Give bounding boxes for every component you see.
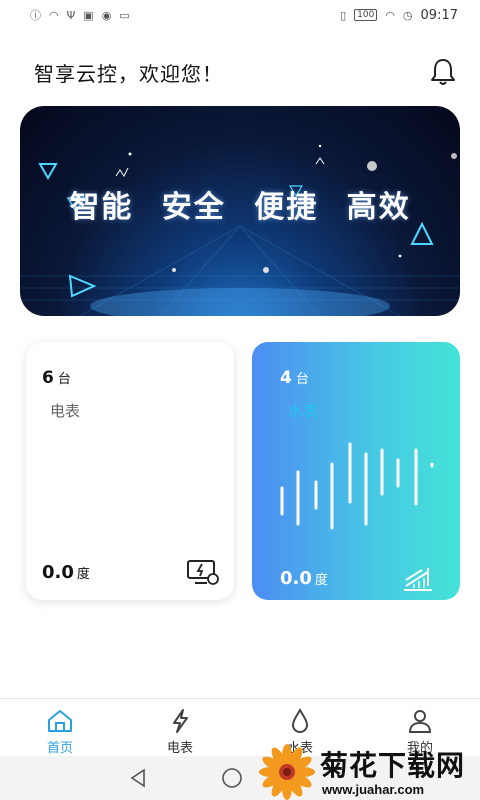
banner-word: 安全 <box>161 190 226 225</box>
water-meter-count: 4台 <box>280 368 309 388</box>
lightning-icon <box>173 709 188 733</box>
water-count-unit: 台 <box>295 372 309 387</box>
promo-banner[interactable]: 智能 安全 便捷 高效 <box>20 106 460 316</box>
home-circle-icon[interactable] <box>220 766 244 790</box>
water-tap-icon <box>404 568 432 591</box>
electric-waveform <box>42 436 218 534</box>
app-content: 智享云控，欢迎您！ 智能 安全 便捷 高效 6 台 电表 0.0 度 4 台 水… <box>0 30 480 698</box>
image-icon: ▭ <box>119 8 130 22</box>
flower-logo-icon <box>259 744 315 800</box>
home-icon <box>48 710 72 732</box>
watermark: 菊花下载网 www.juahar.com <box>258 742 480 800</box>
alarm-icon: ◷ <box>402 8 413 22</box>
tab-electric[interactable]: 电表 <box>120 699 240 756</box>
status-icons-left: ⓘ ◠ Ψ ▣ ◉ ▭ <box>30 7 130 23</box>
tab-home[interactable]: 首页 <box>0 699 120 756</box>
water-meter-card[interactable]: 4台 水表 0.0 度 <box>252 342 460 600</box>
status-icons-right: ▯ 100 ◠ ◷ 09:17 <box>340 8 458 23</box>
user-icon <box>408 710 432 733</box>
wechat-icon: ◉ <box>101 8 112 22</box>
bell-icon[interactable] <box>427 56 459 88</box>
electric-reading-value: 0.0 <box>42 562 74 583</box>
banner-word: 智能 <box>69 190 134 225</box>
water-meter-title: 水表 <box>288 402 319 420</box>
wifi-signal-icon: ◠ <box>385 8 395 22</box>
electric-meter-title: 电表 <box>50 402 81 420</box>
watermark-title: 菊花下载网 <box>320 749 466 782</box>
water-reading-unit: 度 <box>314 573 328 588</box>
app-notification-icon: ▣ <box>83 8 94 22</box>
banner-word: 便捷 <box>254 190 319 225</box>
electric-meter-card[interactable]: 6台 电表 0.0 度 <box>26 342 234 600</box>
usb-icon: Ψ <box>66 8 76 22</box>
water-waveform <box>280 442 434 530</box>
water-count-value: 4 <box>280 368 292 388</box>
tab-electric-label: 电表 <box>166 741 193 756</box>
watermark-url: www.juahar.com <box>322 782 425 797</box>
status-time: 09:17 <box>420 7 458 23</box>
wifi-icon: ◠ <box>49 8 59 22</box>
water-reading-value: 0.0 <box>280 568 312 589</box>
water-drop-icon <box>291 707 309 733</box>
banner-word: 高效 <box>346 190 411 225</box>
vibrate-icon: ▯ <box>340 8 347 22</box>
electric-monitor-icon <box>187 560 219 585</box>
back-icon[interactable] <box>126 766 150 790</box>
tab-home-label: 首页 <box>46 741 73 756</box>
status-bar: ⓘ ◠ Ψ ▣ ◉ ▭ ▯ 100 ◠ ◷ 09:17 <box>0 0 480 30</box>
water-reading: 0.0 度 <box>280 568 328 589</box>
electric-count-value: 6 <box>42 368 54 388</box>
alert-icon: ⓘ <box>30 9 41 22</box>
greeting-title: 智享云控，欢迎您！ <box>34 62 223 86</box>
electric-meter-count: 6台 <box>42 368 71 388</box>
electric-count-unit: 台 <box>57 372 71 387</box>
banner-slogan: 智能 安全 便捷 高效 <box>20 182 460 226</box>
electric-reading: 0.0 度 <box>42 562 90 583</box>
electric-reading-unit: 度 <box>76 567 90 582</box>
battery-indicator: 100 <box>354 9 378 21</box>
